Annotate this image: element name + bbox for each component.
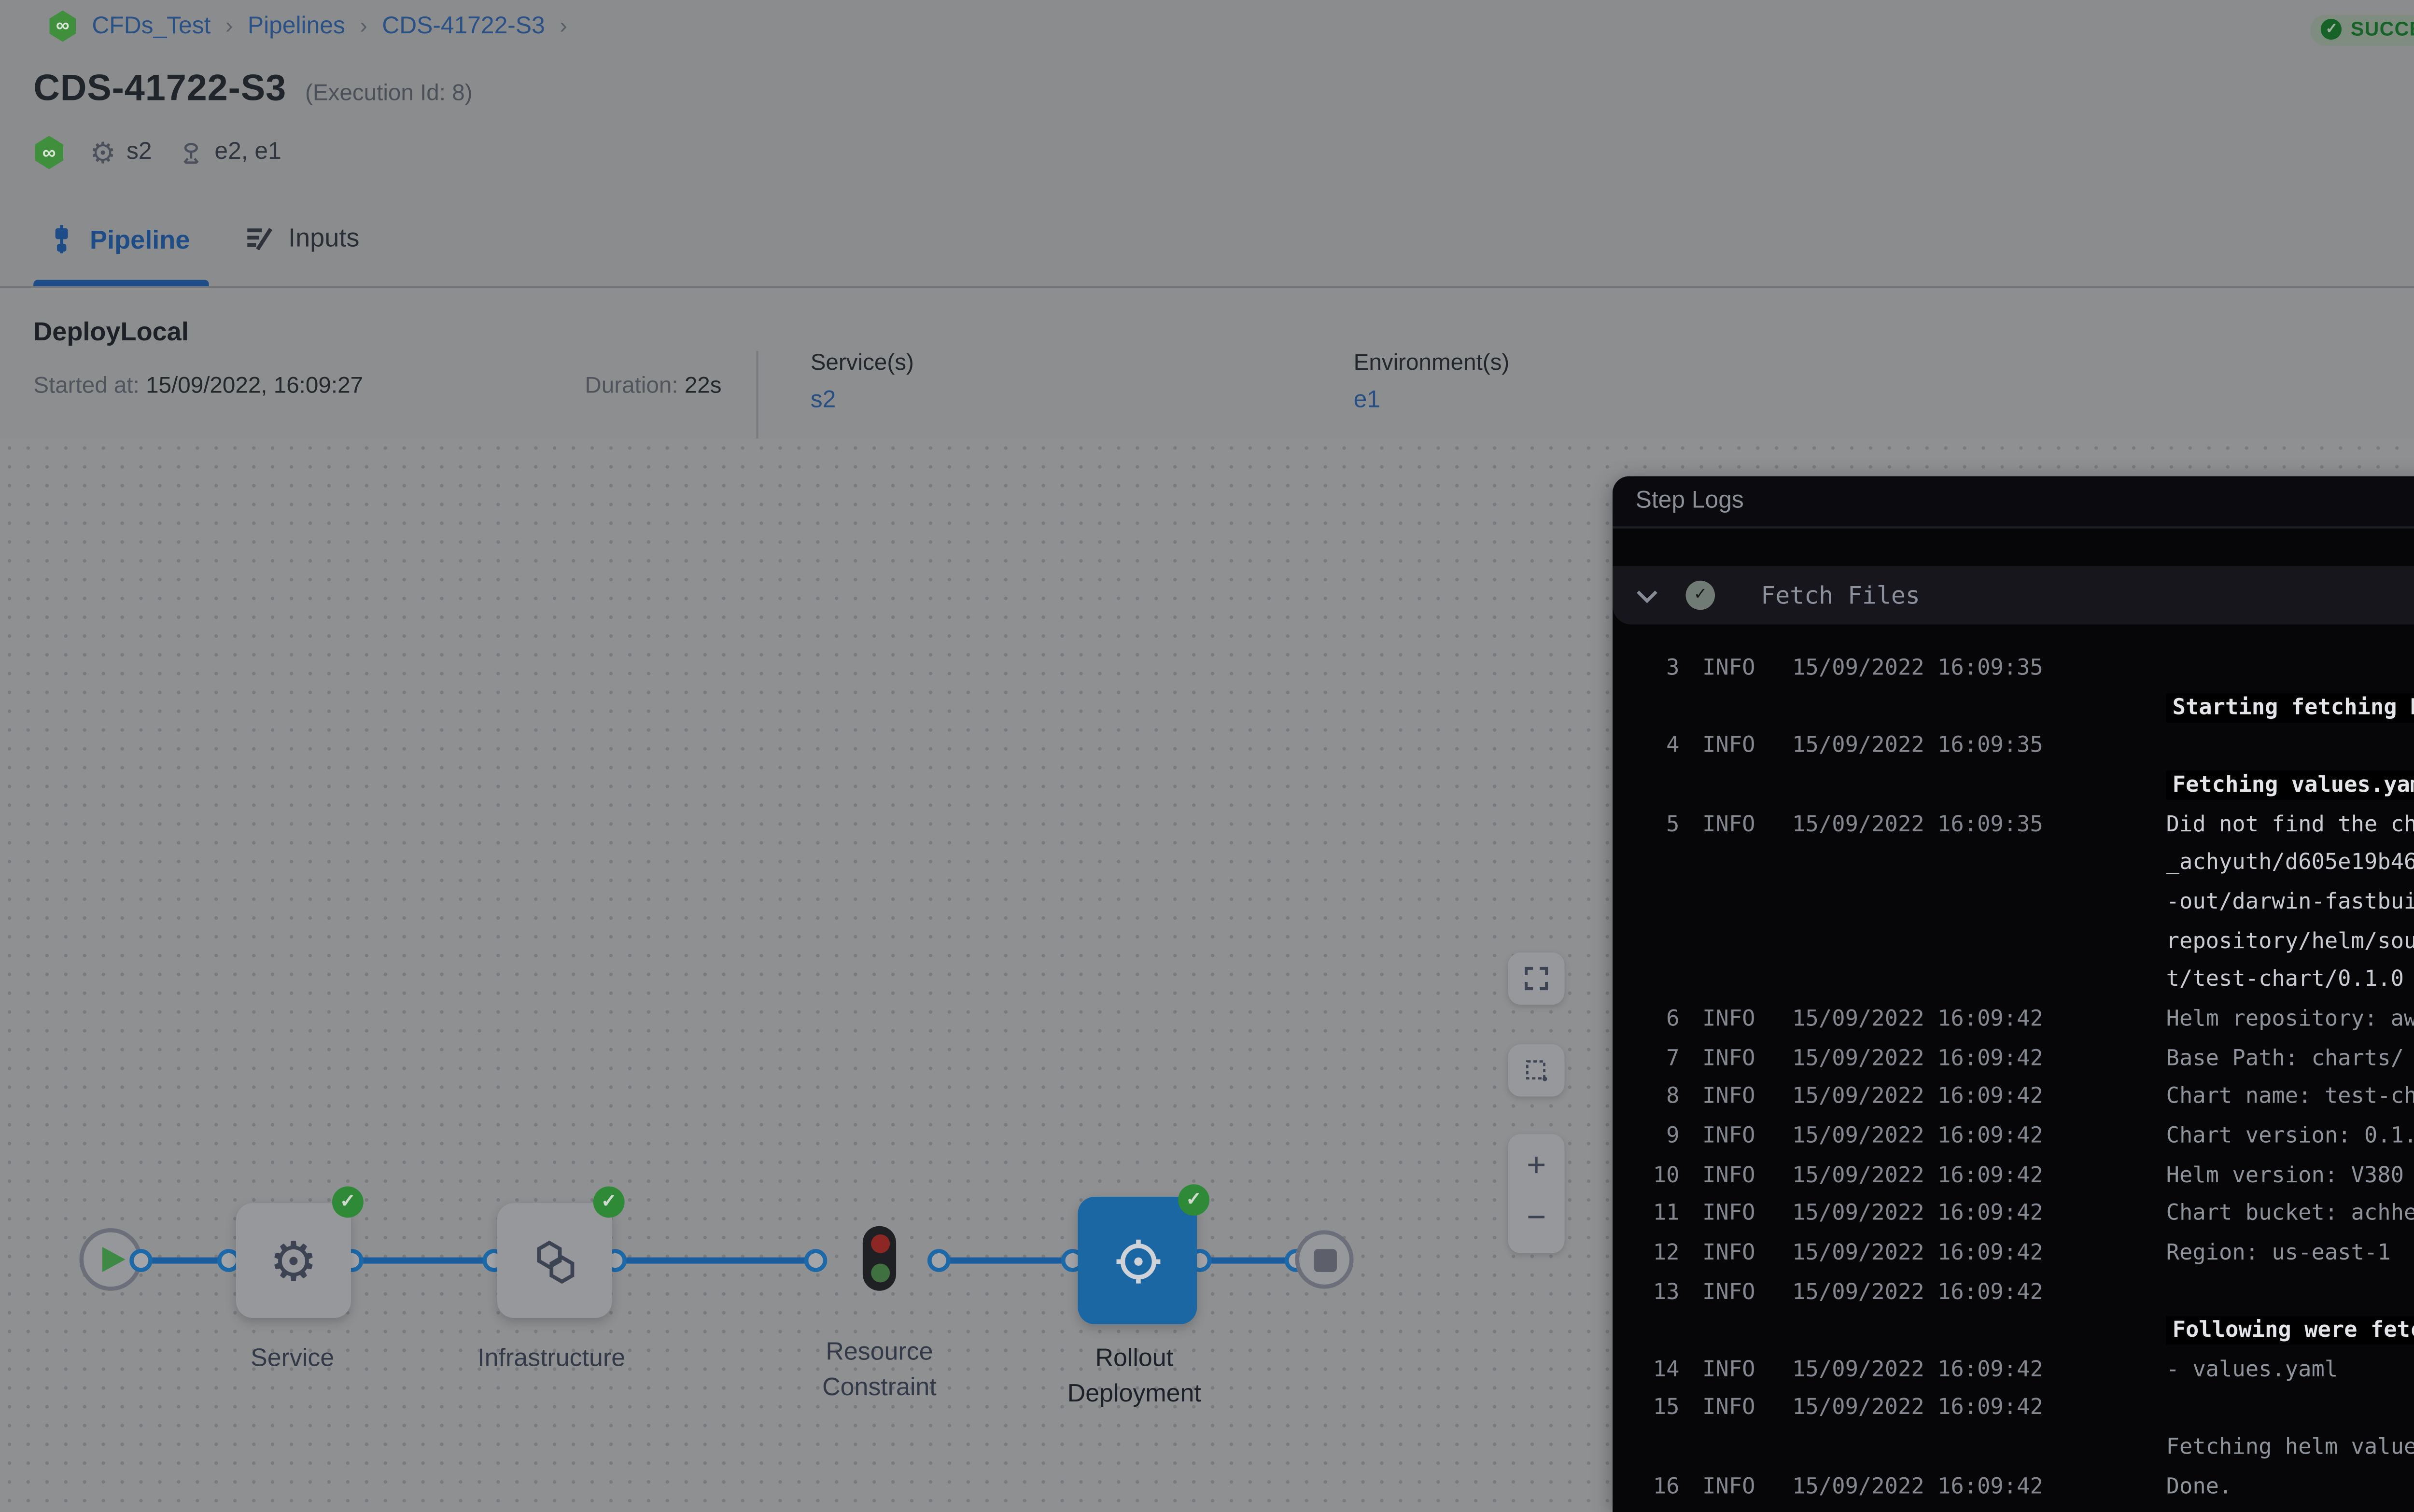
connector <box>1201 1256 1297 1262</box>
step-logs-panel: Step Logs Console View ✓ Fetch Files ↑ ↓… <box>1613 476 2414 1512</box>
breadcrumb-pipelines[interactable]: Pipelines <box>248 14 345 39</box>
port <box>927 1248 951 1271</box>
pipeline-icon <box>48 224 75 255</box>
chevron-right-icon: › <box>560 14 567 39</box>
port <box>129 1248 153 1271</box>
log-row: 6INFO15/09/2022 16:09:42Helm repository:… <box>1613 1000 2414 1039</box>
node-label-resource-constraint: Resource Constraint <box>775 1335 984 1406</box>
check-icon: ✓ <box>2321 19 2342 40</box>
log-row: 15INFO15/09/2022 16:09:42 Fetching helm … <box>1613 1390 2414 1468</box>
zoom-in-button[interactable]: + <box>1527 1151 1546 1185</box>
green-light-icon <box>870 1263 889 1282</box>
log-row: 14INFO15/09/2022 16:09:42- values.yaml <box>1613 1351 2414 1390</box>
tab-pipeline[interactable]: Pipeline <box>48 224 190 255</box>
chevron-down-icon[interactable] <box>1636 588 1659 602</box>
node-rollout-deployment[interactable] <box>1078 1197 1197 1324</box>
port <box>804 1248 828 1271</box>
gear-icon: ⚙ <box>90 138 116 168</box>
canvas-fullscreen-button[interactable] <box>1508 952 1565 1005</box>
breadcrumb: ∞ CFDs_Test › Pipelines › CDS-41722-S3 › <box>48 11 567 42</box>
stage-environments: Environment(s) e1 <box>1354 351 1510 414</box>
red-light-icon <box>870 1235 889 1254</box>
node-label-service: Service <box>198 1341 386 1377</box>
stage-started: Started at: 15/09/2022, 16:09:27 <box>33 374 363 399</box>
log-row: 16INFO15/09/2022 16:09:42Done. <box>1613 1468 2414 1507</box>
infrastructure-icon <box>525 1231 584 1289</box>
service-success-icon: ✓ <box>332 1186 364 1218</box>
step-header-fetch-files[interactable]: ✓ Fetch Files ↑ ↓ 9s <box>1613 566 2414 624</box>
gear-icon: ⚙ <box>269 1233 318 1288</box>
connector <box>616 1256 816 1262</box>
log-row: 11INFO15/09/2022 16:09:42Chart bucket: a… <box>1613 1195 2414 1234</box>
page-title: CDS-41722-S3 <box>33 67 286 111</box>
breadcrumb-pipeline-name[interactable]: CDS-41722-S3 <box>382 14 545 39</box>
stage-name: DeployLocal <box>33 318 189 347</box>
project-logo-icon: ∞ <box>48 11 78 42</box>
step-success-icon: ✓ <box>1686 581 1715 610</box>
fullscreen-icon <box>1523 965 1550 992</box>
execution-id: (Execution Id: 8) <box>305 82 473 107</box>
marquee-select-icon <box>1523 1057 1550 1084</box>
connector <box>353 1256 495 1262</box>
chevron-right-icon: › <box>225 14 233 39</box>
end-node[interactable] <box>1295 1230 1353 1288</box>
pipeline-logo-icon: ∞ <box>33 136 65 169</box>
log-row: 12INFO15/09/2022 16:09:42Region: us-east… <box>1613 1234 2414 1273</box>
tab-inputs[interactable]: Inputs <box>244 224 359 253</box>
stop-icon <box>1313 1248 1336 1271</box>
step-logs-title: Step Logs <box>1636 489 1744 514</box>
infrastructure-success-icon: ✓ <box>593 1186 625 1218</box>
node-label-infrastructure: Infrastructure <box>436 1341 666 1377</box>
log-lines[interactable]: 3INFO15/09/2022 16:09:35 Starting fetchi… <box>1613 637 2414 1507</box>
log-row: 5INFO15/09/2022 16:09:35Did not find the… <box>1613 805 2414 1000</box>
service-tag: ⚙ s2 <box>90 138 152 168</box>
stage-services: Service(s) s2 <box>811 351 914 414</box>
environment-link[interactable]: e1 <box>1354 389 1510 414</box>
execution-topbar: ✓ SUCCESS Start time 15/09/2022 16:09:26… <box>2311 6 2414 52</box>
helm-icon <box>1110 1233 1165 1288</box>
canvas-reset-view-button[interactable] <box>1508 1044 1565 1096</box>
log-row: 9INFO15/09/2022 16:09:42Chart version: 0… <box>1613 1117 2414 1156</box>
inputs-icon <box>244 224 274 252</box>
log-row: 4INFO15/09/2022 16:09:35 Fetching values… <box>1613 728 2414 805</box>
log-row: 7INFO15/09/2022 16:09:42Base Path: chart… <box>1613 1039 2414 1078</box>
stage-info-bar: DeployLocal Started at: 15/09/2022, 16:0… <box>0 288 2414 439</box>
app-window: ∞ CFDs_Test › Pipelines › CDS-41722-S3 ›… <box>0 0 2414 1512</box>
tab-bar: Pipeline Inputs Console View <box>0 211 2414 288</box>
log-row: 8INFO15/09/2022 16:09:42Chart name: test… <box>1613 1078 2414 1117</box>
service-link[interactable]: s2 <box>811 389 914 414</box>
rollout-success-icon: ✓ <box>1178 1184 1209 1216</box>
divider <box>756 351 758 439</box>
environments-tag: e2, e1 <box>177 139 281 166</box>
node-label-rollout: Rollout Deployment <box>1030 1341 1239 1412</box>
chevron-right-icon: › <box>360 14 367 39</box>
status-badge: ✓ SUCCESS <box>2311 14 2414 45</box>
node-resource-constraint[interactable] <box>863 1226 896 1291</box>
stage-duration: Duration: 22s <box>585 374 721 399</box>
node-service[interactable]: ⚙ <box>236 1203 351 1318</box>
zoom-out-button[interactable]: − <box>1527 1203 1546 1236</box>
play-icon <box>102 1247 126 1272</box>
step-name: Fetch Files <box>1761 581 1920 610</box>
connector <box>142 1256 230 1262</box>
log-row: 10INFO15/09/2022 16:09:42Helm version: V… <box>1613 1156 2414 1195</box>
breadcrumb-project[interactable]: CFDs_Test <box>92 14 211 39</box>
environment-icon <box>177 139 204 166</box>
log-row: 13INFO15/09/2022 16:09:42 Following were… <box>1613 1273 2414 1351</box>
node-infrastructure[interactable] <box>497 1203 612 1318</box>
step-logs-header: Step Logs Console View <box>1613 476 2414 528</box>
log-row: 3INFO15/09/2022 16:09:35 Starting fetchi… <box>1613 650 2414 728</box>
active-tab-indicator <box>33 280 209 286</box>
canvas-zoom-controls: + − <box>1508 1134 1565 1253</box>
connector <box>940 1256 1074 1262</box>
